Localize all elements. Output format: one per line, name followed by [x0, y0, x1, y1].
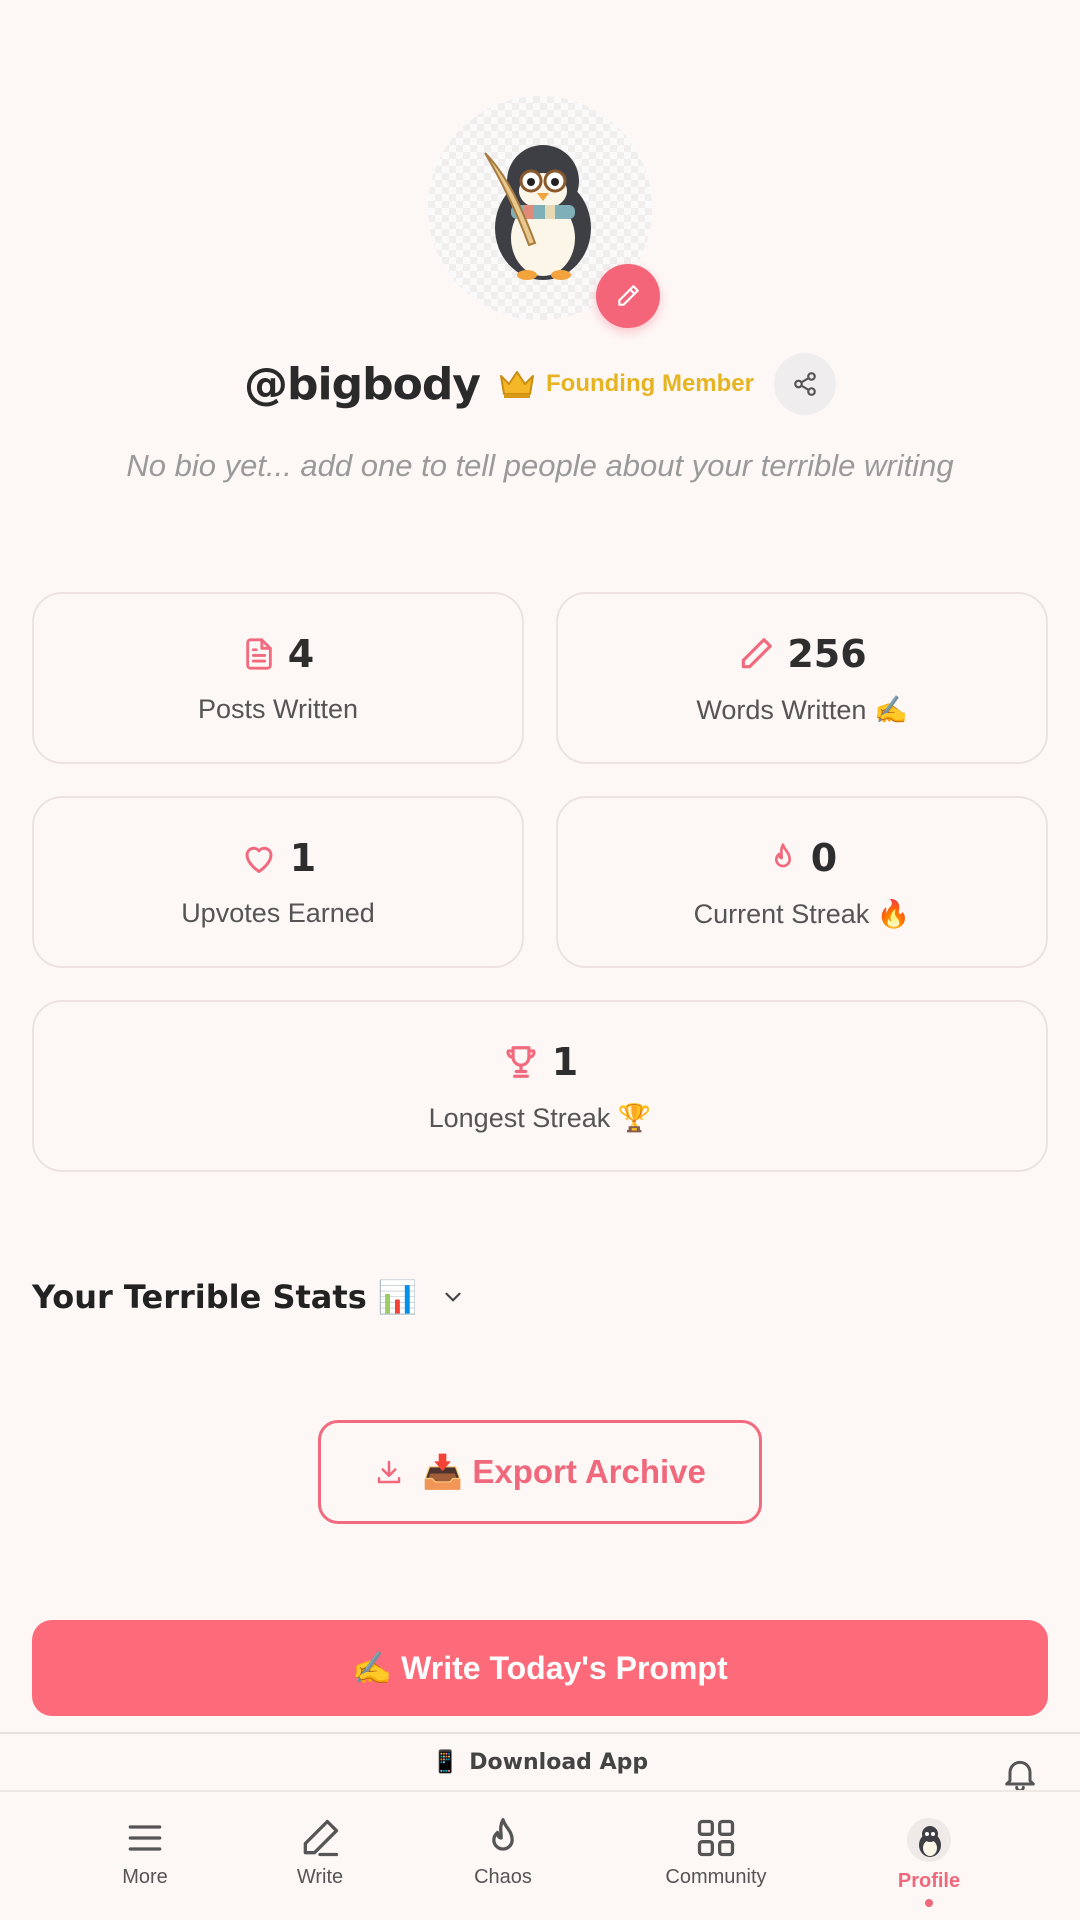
upvotes-count: 1: [289, 836, 317, 880]
trophy-icon: [506, 1046, 536, 1078]
avatar-container: [428, 96, 660, 328]
penguin-avatar-icon: [484, 145, 591, 280]
longest-streak-card: 1 Longest Streak 🏆: [32, 1000, 1048, 1172]
chevron-down-icon: [445, 1292, 461, 1302]
founding-member-badge: Founding Member: [498, 368, 754, 400]
posts-label: Posts Written: [197, 694, 359, 724]
badge-label: Founding Member: [546, 370, 754, 397]
upvotes-label: Upvotes Earned: [181, 898, 375, 928]
nav-profile[interactable]: Profile: [874, 1792, 984, 1920]
nav-more[interactable]: More: [90, 1792, 200, 1920]
write-today-prompt-button[interactable]: ✍️ Write Today's Prompt: [32, 1620, 1048, 1716]
share-button[interactable]: [773, 353, 836, 415]
pen-icon: [303, 1819, 339, 1857]
nav-more-label: More: [122, 1866, 168, 1888]
nav-community[interactable]: Community: [646, 1792, 786, 1920]
phone-icon: 📱: [431, 1749, 460, 1775]
words-label: Words Written ✍️: [696, 695, 908, 725]
share-icon: [794, 372, 816, 396]
longest-streak-label: Longest Streak 🏆: [428, 1103, 652, 1133]
bottom-navigation: More Write Chaos Community Profile: [0, 1790, 1080, 1920]
current-streak-card: 0 Current Streak 🔥: [556, 796, 1048, 968]
download-app-label: Download App: [469, 1749, 649, 1775]
download-icon: [377, 1460, 401, 1484]
divider: [0, 1732, 1080, 1734]
flame-icon: [774, 843, 791, 868]
menu-icon: [128, 1825, 162, 1851]
profile-page: @bigbody Founding Member No bio yet... a…: [0, 0, 1080, 1920]
heart-icon: [245, 846, 273, 873]
profile-header: @bigbody Founding Member: [0, 352, 1080, 416]
profile-bio[interactable]: No bio yet... add one to tell people abo…: [0, 448, 1080, 484]
nav-chaos-label: Chaos: [474, 1866, 532, 1888]
write-prompt-label: ✍️ Write Today's Prompt: [352, 1650, 728, 1686]
profile-avatar-icon: [907, 1818, 951, 1862]
pencil-icon: [618, 285, 639, 306]
nav-chaos[interactable]: Chaos: [448, 1792, 558, 1920]
posts-count: 4: [287, 632, 315, 676]
stats-section-toggle[interactable]: Your Terrible Stats 📊: [32, 1270, 466, 1324]
posts-written-card: 4 Posts Written: [32, 592, 524, 764]
words-written-card: 256 Words Written ✍️: [556, 592, 1048, 764]
edit-avatar-button[interactable]: [596, 264, 660, 328]
nav-write[interactable]: Write: [265, 1792, 375, 1920]
bell-icon: [1005, 1760, 1035, 1793]
export-archive-button[interactable]: 📥 Export Archive: [318, 1420, 762, 1524]
username: @bigbody: [244, 358, 481, 410]
stats-section-title: Your Terrible Stats 📊: [32, 1278, 418, 1316]
upvotes-earned-card: 1 Upvotes Earned: [32, 796, 524, 968]
nav-profile-label: Profile: [897, 1870, 961, 1892]
current-streak-label: Current Streak 🔥: [693, 899, 911, 929]
active-indicator: [925, 1899, 933, 1907]
flame-icon: [492, 1818, 514, 1851]
grid-icon: [697, 1819, 735, 1857]
longest-streak-count: 1: [551, 1040, 579, 1084]
export-archive-label: 📥 Export Archive: [422, 1452, 706, 1490]
words-count: 256: [787, 632, 867, 676]
nav-write-label: Write: [296, 1866, 344, 1888]
document-icon: [246, 638, 272, 670]
download-app-link[interactable]: 📱 Download App: [0, 1744, 1080, 1780]
current-streak-count: 0: [810, 836, 838, 880]
nav-community-label: Community: [665, 1866, 767, 1888]
crown-icon: [500, 371, 534, 398]
pencil-icon: [742, 638, 773, 669]
